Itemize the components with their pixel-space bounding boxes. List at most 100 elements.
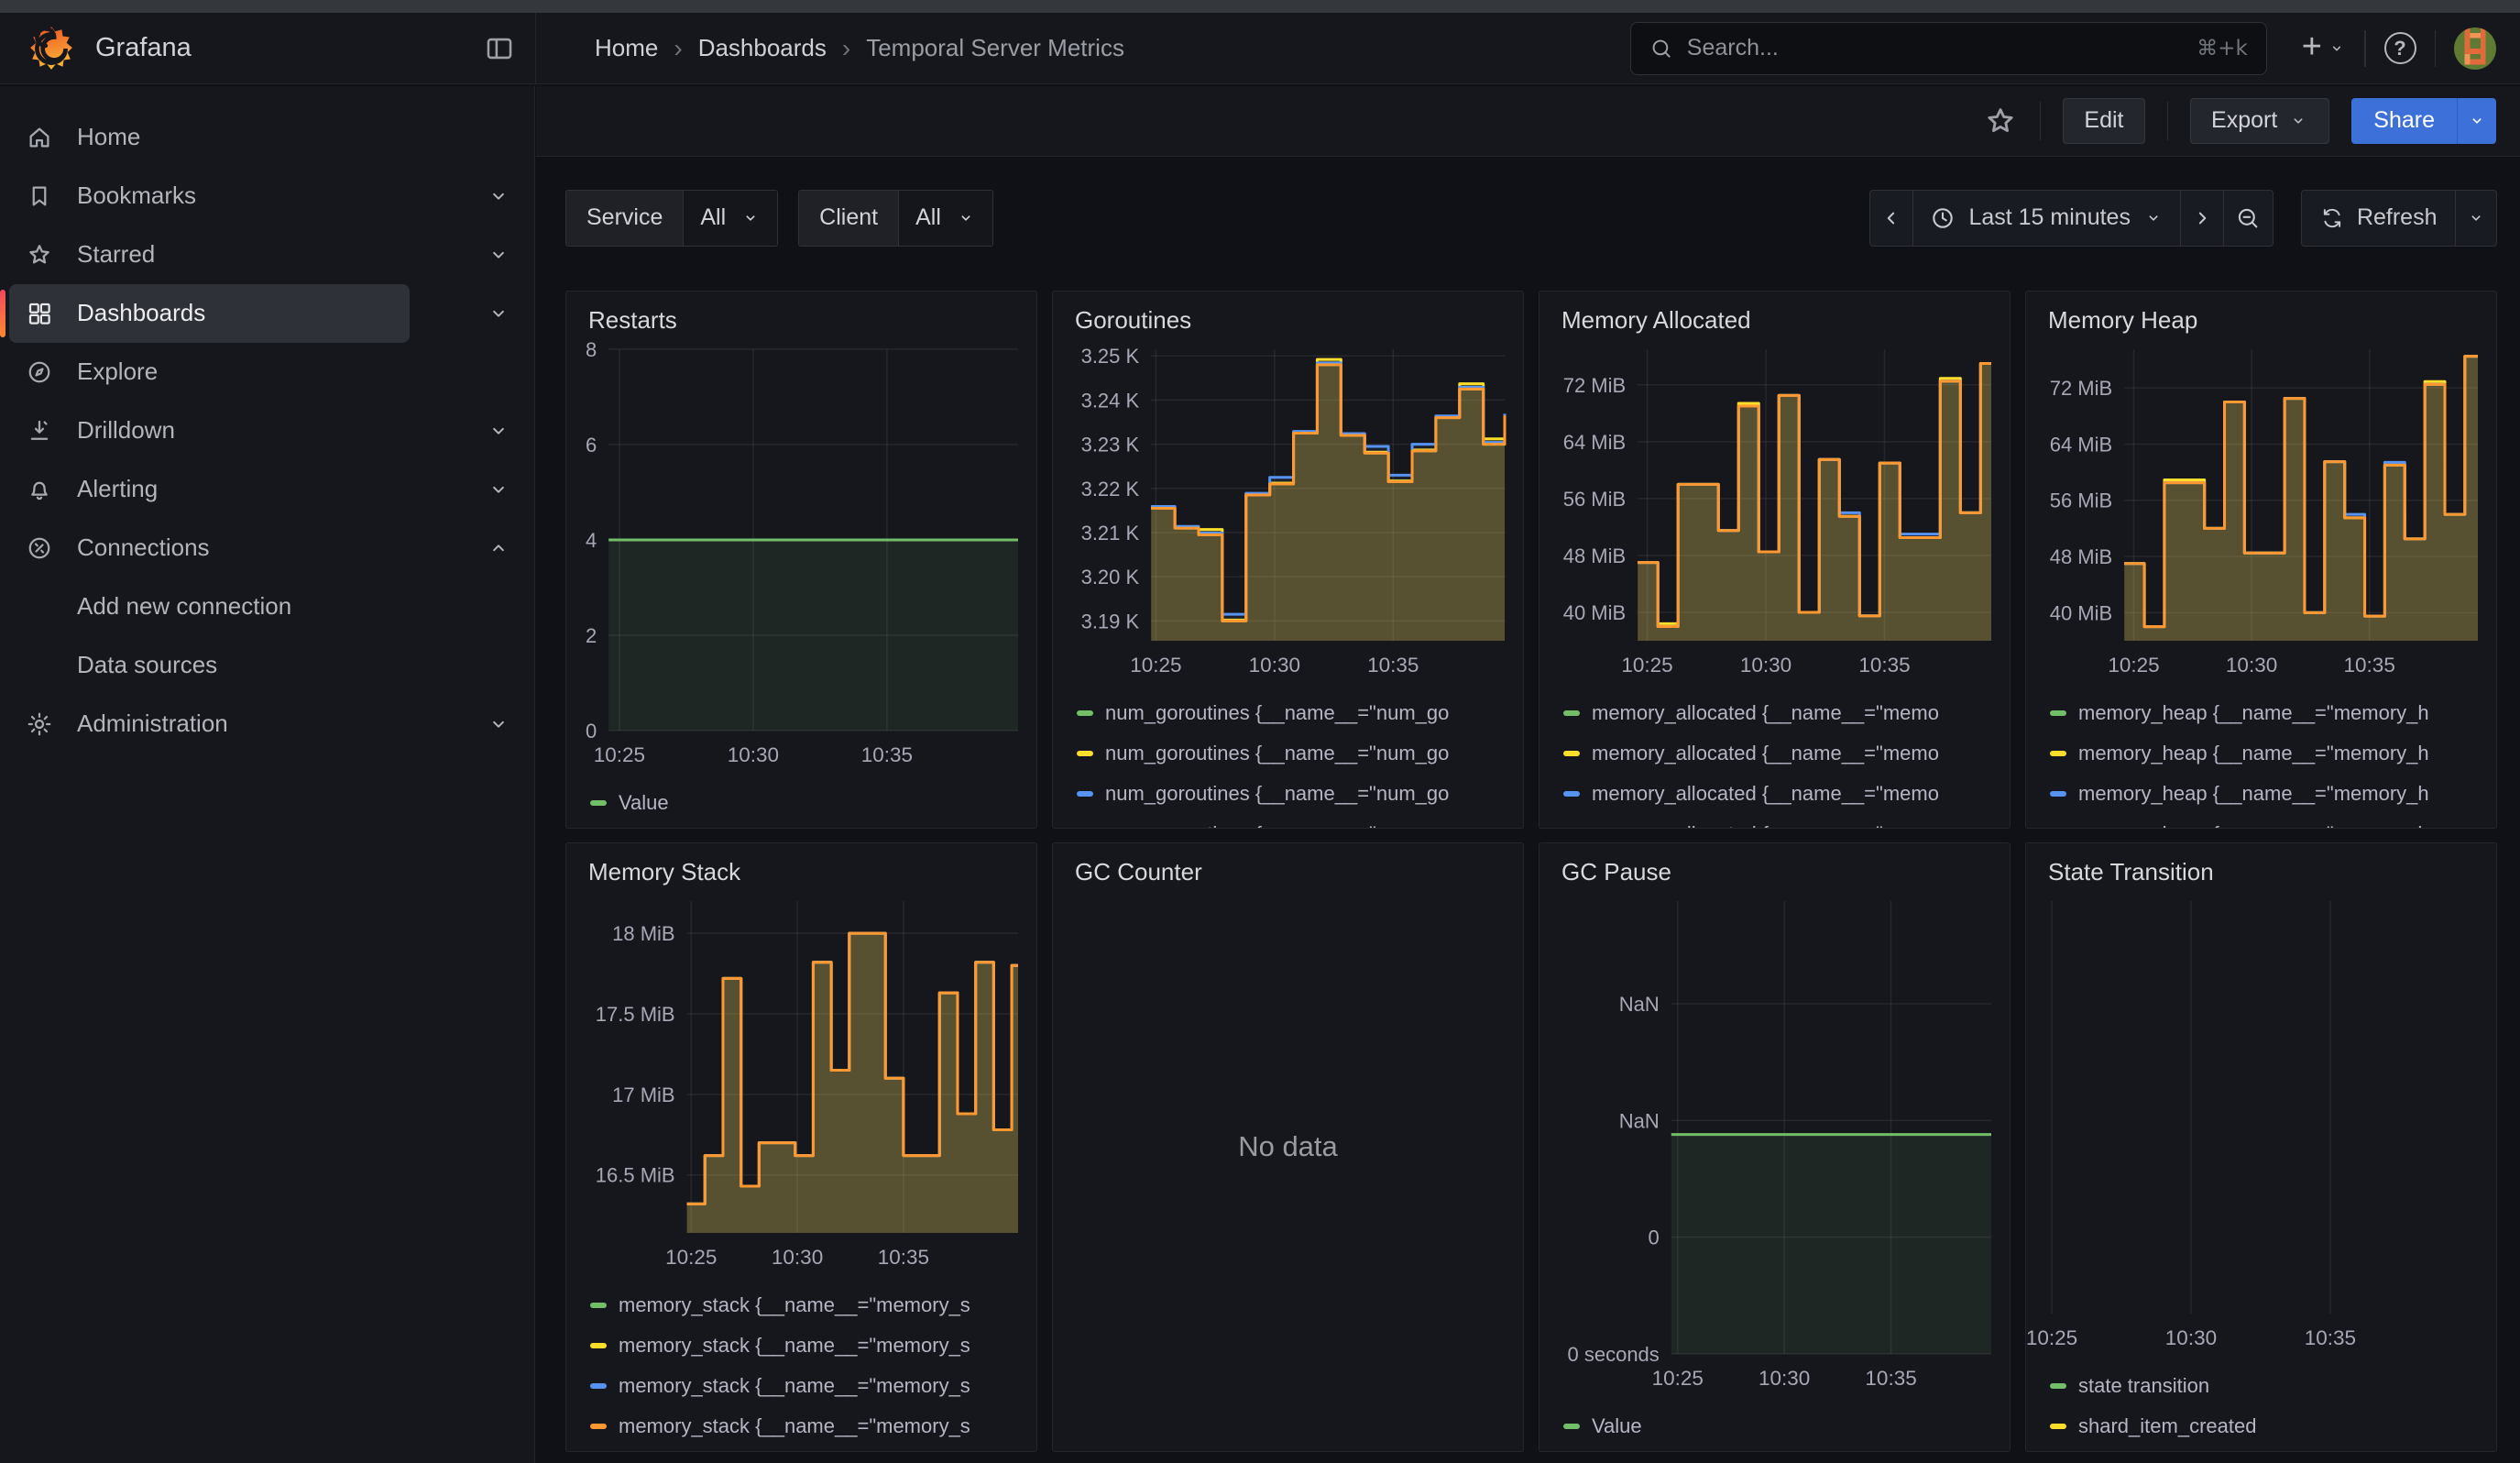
panel-title[interactable]: GC Pause (1539, 843, 2010, 890)
svg-text:2: 2 (586, 624, 597, 647)
variable-filters: Service All Client All (565, 190, 993, 247)
panel-title[interactable]: Memory Heap (2026, 292, 2496, 338)
svg-text:72 MiB: 72 MiB (2050, 377, 2112, 400)
chart-canvas[interactable]: 40 MiB48 MiB56 MiB64 MiB72 MiB10:2510:30… (2039, 344, 2494, 681)
legend-item[interactable]: memory_stack {__name__="memory_s (590, 1414, 1036, 1438)
clock-icon (1930, 205, 1956, 231)
chevron-down-icon[interactable] (487, 419, 510, 443)
avatar[interactable] (2454, 28, 2496, 70)
legend-label: state transition (2078, 1374, 2209, 1398)
legend-item[interactable]: num_goroutines {__name__="num_go (1077, 782, 1523, 806)
panel-memory-stack: Memory Stack 16.5 MiB17 MiB17.5 MiB18 MiB… (565, 842, 1037, 1452)
sidebar-item-data-sources[interactable]: Data sources (9, 636, 410, 695)
time-controls: Last 15 minutes Refresh (1869, 190, 2497, 247)
legend-item[interactable]: memory_stack {__name__="memory_s (590, 1374, 1036, 1398)
legend-swatch (2050, 791, 2066, 797)
add-button[interactable]: + (2302, 33, 2346, 64)
legend-swatch (590, 1303, 607, 1308)
legend-item[interactable]: shard_item_created (2050, 1414, 2496, 1438)
sidebar-item-administration[interactable]: Administration (9, 695, 410, 754)
zoom-out-button[interactable] (2224, 190, 2273, 247)
svg-text:10:25: 10:25 (2026, 1326, 2077, 1349)
sidebar-toggle-icon[interactable] (484, 33, 515, 64)
legend-item[interactable]: Value (1563, 1414, 2010, 1438)
svg-text:10:35: 10:35 (2344, 654, 2395, 676)
legend-label: memory_allocated {__name__="memo (1592, 782, 1939, 806)
sidebar-item-bookmarks[interactable]: Bookmarks (9, 167, 410, 226)
legend-item[interactable]: state transition (2050, 1374, 2496, 1398)
time-forward-button[interactable] (2180, 190, 2224, 247)
sidebar-item-add-new-connection[interactable]: Add new connection (9, 578, 410, 636)
panel-title[interactable]: Memory Allocated (1539, 292, 2010, 338)
favorite-star-icon[interactable] (1983, 104, 2018, 138)
chart-canvas[interactable]: 10:2510:3010:35 (2039, 896, 2494, 1354)
legend-item[interactable]: num_goroutines {__name__="num_go (1077, 822, 1523, 828)
filter-service: Service All (565, 190, 778, 247)
legend-item[interactable]: memory_heap {__name__="memory_h (2050, 701, 2496, 725)
legend-item[interactable]: memory_stack {__name__="memory_s (590, 1334, 1036, 1358)
legend-item[interactable]: num_goroutines {__name__="num_go (1077, 701, 1523, 725)
svg-text:10:35: 10:35 (861, 743, 913, 766)
legend-swatch (590, 800, 607, 806)
sidebar-item-dashboards[interactable]: Dashboards (9, 284, 410, 343)
share-button[interactable]: Share (2351, 98, 2457, 144)
svg-text:10:30: 10:30 (1759, 1367, 1810, 1390)
legend-item[interactable]: memory_heap {__name__="memory_h (2050, 742, 2496, 765)
filter-service-value[interactable]: All (683, 191, 777, 246)
legend-item[interactable]: memory_allocated {__name__="memo (1563, 782, 2010, 806)
panel-title[interactable]: Memory Stack (566, 843, 1036, 890)
help-button[interactable]: ? (2384, 32, 2416, 64)
svg-text:10:30: 10:30 (772, 1246, 823, 1269)
legend-item[interactable]: memory_allocated {__name__="memo (1563, 742, 2010, 765)
legend-swatch (2050, 710, 2066, 716)
svg-text:56 MiB: 56 MiB (1563, 487, 1626, 510)
svg-text:48 MiB: 48 MiB (1563, 544, 1626, 566)
panel-title[interactable]: Restarts (566, 292, 1036, 338)
chart-canvas[interactable]: 3.25 K3.24 K3.23 K3.22 K3.21 K3.20 K3.19… (1066, 344, 1521, 681)
legend-item[interactable]: memory_allocated {__name__="memo (1563, 701, 2010, 725)
refresh-interval-button[interactable] (2455, 190, 2497, 247)
sidebar-item-explore[interactable]: Explore (9, 343, 410, 402)
legend-item[interactable]: memory_heap {__name__="memory_h (2050, 782, 2496, 806)
panel-title[interactable]: Goroutines (1053, 292, 1523, 338)
legend-item[interactable]: memory_stack {__name__="memory_s (590, 1293, 1036, 1317)
legend-item[interactable]: num_goroutines {__name__="num_go (1077, 742, 1523, 765)
sidebar-item-starred[interactable]: Starred (9, 226, 410, 284)
legend-item[interactable]: Value (590, 791, 1036, 815)
legend-item[interactable]: memory_allocated {__name__="memo (1563, 822, 2010, 828)
legend-item[interactable]: memory_heap {__name__="memory_h (2050, 822, 2496, 828)
svg-text:10:25: 10:25 (2108, 654, 2159, 676)
chart-canvas[interactable]: 16.5 MiB17 MiB17.5 MiB18 MiB10:2510:3010… (579, 896, 1035, 1273)
panel-gc-counter: GC CounterNo data (1052, 842, 1524, 1452)
chevron-down-icon[interactable] (487, 302, 510, 325)
svg-text:8: 8 (586, 338, 597, 361)
export-button[interactable]: Export (2190, 98, 2329, 144)
filter-client-value[interactable]: All (898, 191, 992, 246)
search-input[interactable]: Search... ⌘+k (1630, 22, 2267, 75)
panel-title[interactable]: State Transition (2026, 843, 2496, 890)
panel-restarts: Restarts 0246810:2510:3010:35 Value (565, 291, 1037, 829)
chart-canvas[interactable]: 0 seconds0NaNNaN10:2510:3010:35 (1552, 896, 2008, 1394)
share-dropdown-button[interactable] (2457, 98, 2496, 144)
sidebar-item-label: Data sources (77, 651, 217, 679)
time-range-picker[interactable]: Last 15 minutes (1913, 190, 2180, 247)
sidebar-item-alerting[interactable]: Alerting (9, 460, 410, 519)
sidebar-item-drilldown[interactable]: Drilldown (9, 402, 410, 460)
chevron-up-icon[interactable] (487, 536, 510, 560)
breadcrumb-home[interactable]: Home (595, 34, 658, 62)
breadcrumb-dashboards[interactable]: Dashboards (698, 34, 827, 62)
edit-button[interactable]: Edit (2063, 98, 2144, 144)
chart-canvas[interactable]: 40 MiB48 MiB56 MiB64 MiB72 MiB10:2510:30… (1552, 344, 2008, 681)
time-back-button[interactable] (1869, 190, 1913, 247)
chevron-down-icon[interactable] (487, 478, 510, 501)
svg-text:3.22 K: 3.22 K (1081, 477, 1140, 500)
sidebar-item-home[interactable]: Home (9, 108, 410, 167)
chevron-down-icon[interactable] (487, 184, 510, 208)
chevron-down-icon[interactable] (487, 712, 510, 736)
refresh-button[interactable]: Refresh (2301, 190, 2457, 247)
chevron-down-icon[interactable] (487, 243, 510, 267)
sidebar-item-connections[interactable]: Connections (9, 519, 410, 578)
chart-canvas[interactable]: 0246810:2510:3010:35 (579, 344, 1035, 771)
panel-legend: state transition shard_item_created (2026, 1354, 2496, 1451)
chevron-down-icon (2467, 111, 2487, 131)
